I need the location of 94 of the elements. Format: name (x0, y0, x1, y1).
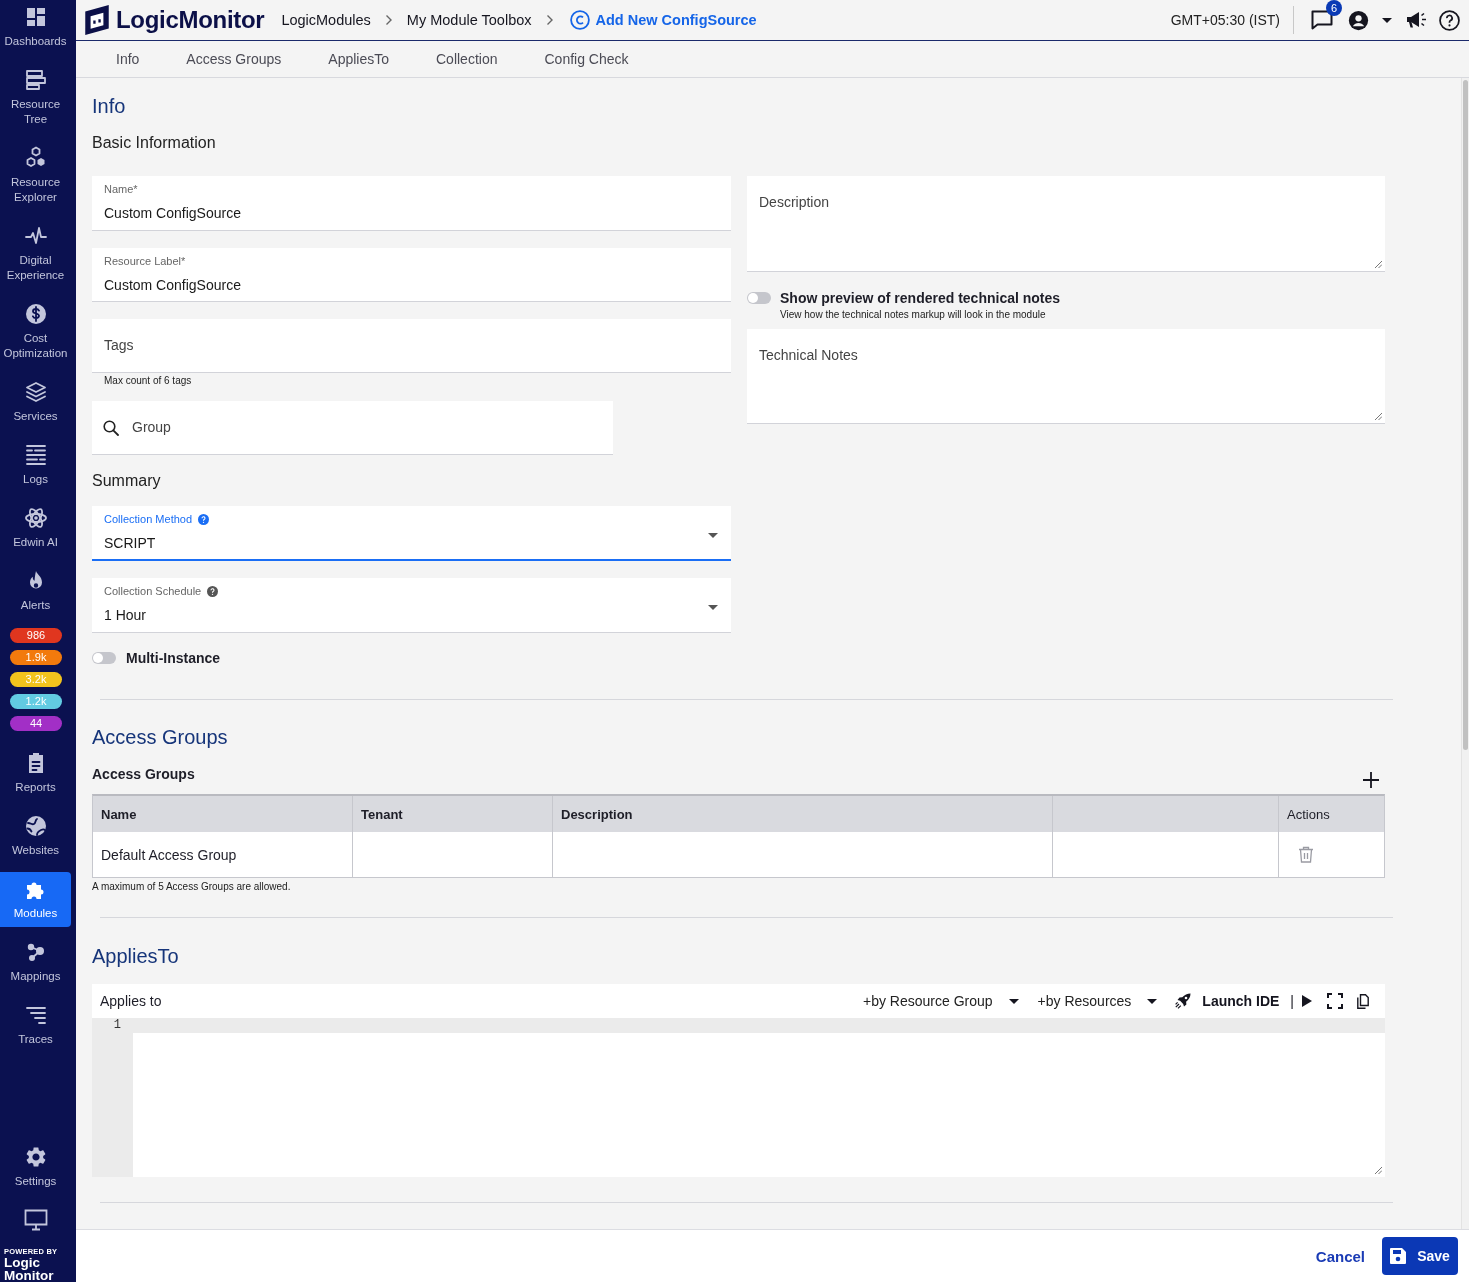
alert-count-badge[interactable]: 986 (10, 628, 62, 643)
resize-handle-icon[interactable] (1375, 413, 1382, 420)
tab[interactable]: Config Check (544, 51, 629, 67)
tab[interactable]: AppliesTo (328, 51, 389, 67)
timezone-label: GMT+05:30 (IST) (1170, 12, 1280, 28)
dropdown-button[interactable]: +by Resources (1037, 993, 1158, 1009)
technical-notes-field[interactable]: Technical Notes (747, 329, 1385, 424)
brand-name[interactable]: LogicMonitor (116, 6, 265, 34)
dropdown-button[interactable]: +by Resource Group (863, 993, 1019, 1009)
chevron-icon (384, 14, 393, 26)
select-field[interactable]: Collection Schedule 1 Hour (92, 578, 731, 633)
trash-icon[interactable] (1298, 846, 1314, 863)
section-title: Access Groups (92, 725, 229, 749)
account-icon[interactable] (1348, 9, 1369, 31)
toggle-switch[interactable] (92, 652, 116, 664)
lines-icon (23, 443, 48, 467)
toggle-label: Multi-Instance (126, 650, 221, 666)
toggle-switch[interactable] (747, 292, 771, 304)
save-icon (1390, 1248, 1407, 1264)
alert-count-badge[interactable]: 44 (10, 716, 62, 731)
breadcrumb-link[interactable]: LogicModules (281, 12, 371, 28)
layers-icon (23, 380, 48, 404)
section-title: Info (92, 94, 127, 118)
nav-item[interactable]: Resource Tree (0, 63, 71, 133)
dollar-icon (23, 302, 48, 326)
line-number: 1 (113, 1018, 121, 1033)
tab[interactable]: Access Groups (186, 51, 282, 67)
logo-icon[interactable] (84, 4, 110, 36)
play-icon[interactable] (1302, 995, 1312, 1007)
table-note: A maximum of 5 Access Groups are allowed. (92, 881, 291, 893)
chat-icon[interactable] (1311, 10, 1333, 30)
subsection-title: Summary (92, 471, 161, 491)
globe-icon (23, 814, 48, 838)
add-icon[interactable] (1363, 772, 1379, 788)
tab[interactable]: Collection (436, 51, 498, 67)
save-button[interactable]: Save (1382, 1237, 1458, 1275)
section-title: AppliesTo (92, 944, 180, 968)
megaphone-icon[interactable] (1406, 11, 1427, 29)
table-cell-text: Default Access Group (100, 845, 238, 865)
nav-item[interactable]: Digital Experience (0, 219, 71, 289)
help-icon[interactable] (207, 585, 219, 597)
tab[interactable]: Info (116, 51, 140, 67)
nav-item[interactable]: Mappings (0, 935, 71, 990)
nav-item[interactable]: Dashboards (0, 0, 71, 55)
nav-item[interactable]: Websites (0, 809, 71, 864)
resize-handle-icon[interactable] (1375, 1167, 1382, 1174)
caret-icon (1147, 998, 1158, 1004)
toggle-label: Show preview of rendered technical notes (780, 290, 1061, 306)
cancel-button[interactable]: Cancel (1315, 1247, 1365, 1265)
description-field[interactable]: Description (747, 176, 1385, 272)
breadcrumb-link[interactable]: Add New ConfigSource (595, 12, 757, 28)
launch-ide-button[interactable]: Launch IDE (1175, 993, 1280, 1009)
subsection-title: Basic Information (92, 133, 217, 153)
nav-item[interactable]: Services (0, 375, 71, 430)
fullscreen-icon[interactable] (1327, 993, 1343, 1009)
caret-icon[interactable] (1382, 17, 1392, 23)
select-field[interactable]: Collection Method SCRIPT (92, 506, 731, 561)
stacked-bars-icon (23, 68, 48, 92)
notification-badge: 6 (1326, 0, 1342, 16)
nav-item[interactable]: Logs (0, 438, 71, 493)
scrollbar-thumb[interactable] (1463, 80, 1468, 750)
caret-icon[interactable] (708, 605, 718, 610)
breadcrumb-link[interactable]: My Module Toolbox (406, 12, 532, 28)
text-field[interactable]: Resource Label* Custom ConfigSource (92, 248, 731, 302)
caret-icon[interactable] (708, 533, 718, 538)
nav-item[interactable]: Traces (0, 998, 71, 1053)
helper-text: Max count of 6 tags (103, 375, 192, 387)
column-header: Name (100, 805, 138, 824)
nav-item[interactable]: Settings (0, 1140, 71, 1195)
search-field[interactable]: Group (92, 401, 613, 455)
brand-name: Logic Monitor (4, 1256, 55, 1282)
monitor-icon[interactable] (24, 1209, 48, 1231)
nav-item[interactable]: Alerts (0, 564, 71, 619)
chevron-icon (545, 14, 554, 26)
help-icon[interactable] (1439, 9, 1460, 31)
hint-text: View how the technical notes markup will look in the module (780, 309, 1046, 321)
nav-item[interactable]: Cost Optimization (0, 297, 71, 367)
atom-icon (23, 506, 48, 530)
separator: | (1290, 993, 1294, 1009)
code-editor[interactable]: 1 (92, 1018, 1385, 1177)
circled-c-icon (569, 10, 590, 30)
text-field[interactable]: Name* Custom ConfigSource (92, 176, 731, 231)
nav-item[interactable]: Edwin AI (0, 501, 71, 556)
nav-item[interactable]: Resource Explorer (0, 141, 71, 211)
tags-field[interactable]: Tags (92, 319, 731, 373)
resize-handle-icon[interactable] (1375, 261, 1382, 268)
nav-item[interactable]: Modules (0, 872, 71, 927)
rocket-icon (1175, 993, 1192, 1009)
editor-label: Applies to (100, 993, 162, 1009)
copy-icon[interactable] (1357, 993, 1369, 1009)
nav-item[interactable]: Reports (0, 746, 71, 801)
subsection-title: Access Groups (92, 766, 195, 784)
caret-icon (1008, 998, 1019, 1004)
search-icon (103, 419, 119, 436)
